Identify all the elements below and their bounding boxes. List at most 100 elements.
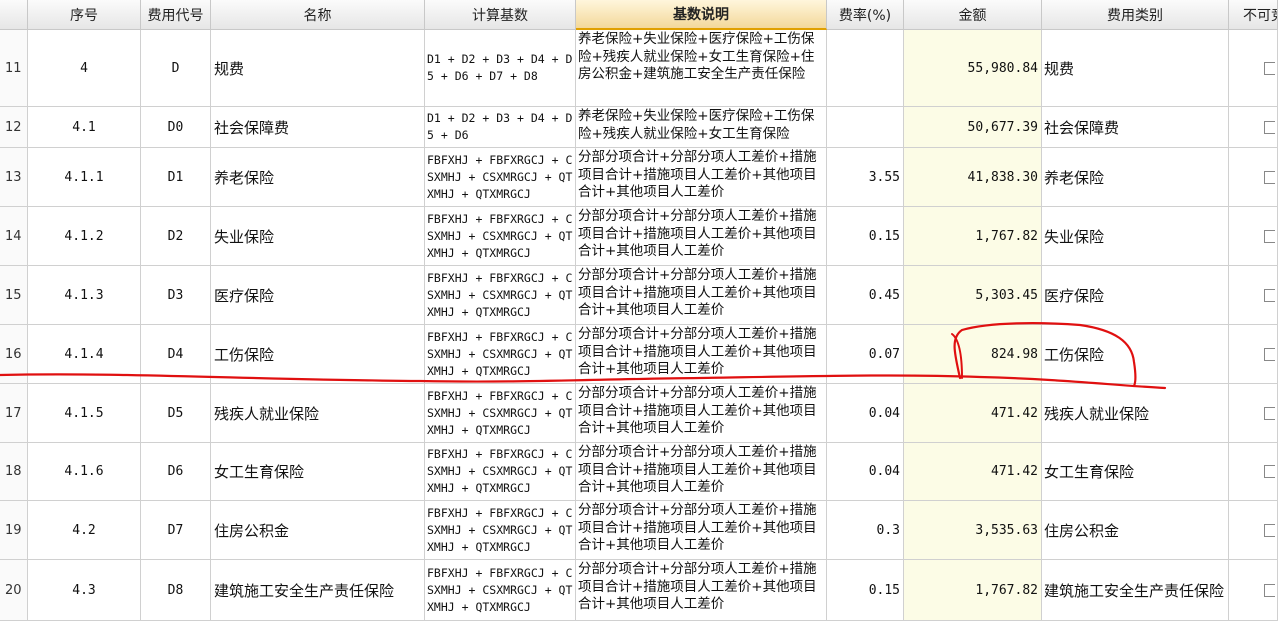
non-compete-cell[interactable] xyxy=(1229,560,1278,621)
formula-cell[interactable]: FBFXHJ + FBFXRGCJ + CSXMHJ + CSXMRGCJ + … xyxy=(425,325,576,384)
category-cell[interactable]: 住房公积金 xyxy=(1042,501,1229,560)
header-name[interactable]: 名称 xyxy=(211,0,425,30)
desc-cell[interactable]: 分部分项合计+分部分项人工差价+措施项目合计+措施项目人工差价+其他项目合计+其… xyxy=(576,443,827,501)
name-cell[interactable]: 养老保险 xyxy=(211,148,425,207)
table-row[interactable]: 15 4.1.3 D3 医疗保险 FBFXHJ + FBFXRGCJ + CSXMHJ … xyxy=(0,266,1278,325)
formula-cell[interactable]: FBFXHJ + FBFXRGCJ + CSXMHJ + CSXMRGCJ + … xyxy=(425,560,576,621)
amount-cell[interactable]: 5,303.45 xyxy=(904,266,1042,325)
rate-cell[interactable]: 3.55 xyxy=(827,148,904,207)
seq-cell[interactable]: 4.1.3 xyxy=(28,266,141,325)
formula-cell[interactable]: D1 + D2 + D3 + D4 + D5 + D6 + D7 + D8 xyxy=(425,30,576,107)
seq-cell[interactable]: 4 xyxy=(28,30,141,107)
name-cell[interactable]: 残疾人就业保险 xyxy=(211,384,425,443)
category-cell[interactable]: 医疗保险 xyxy=(1042,266,1229,325)
rate-cell[interactable] xyxy=(827,30,904,107)
formula-cell[interactable]: FBFXHJ + FBFXRGCJ + CSXMHJ + CSXMRGCJ + … xyxy=(425,148,576,207)
seq-cell[interactable]: 4.1.1 xyxy=(28,148,141,207)
formula-cell[interactable]: FBFXHJ + FBFXRGCJ + CSXMHJ + CSXMRGCJ + … xyxy=(425,384,576,443)
amount-cell[interactable]: 1,767.82 xyxy=(904,560,1042,621)
seq-cell[interactable]: 4.1 xyxy=(28,107,141,148)
table-row[interactable]: 14 4.1.2 D2 失业保险 FBFXHJ + FBFXRGCJ + CSXMHJ … xyxy=(0,207,1278,266)
code-cell[interactable]: D1 xyxy=(141,148,211,207)
non-compete-cell[interactable] xyxy=(1229,384,1278,443)
code-cell[interactable]: D0 xyxy=(141,107,211,148)
amount-cell[interactable]: 3,535.63 xyxy=(904,501,1042,560)
table-row[interactable]: 19 4.2 D7 住房公积金 FBFXHJ + FBFXRGCJ + CSXMHJ +… xyxy=(0,501,1278,560)
desc-cell[interactable]: 分部分项合计+分部分项人工差价+措施项目合计+措施项目人工差价+其他项目合计+其… xyxy=(576,266,827,325)
name-cell[interactable]: 女工生育保险 xyxy=(211,443,425,501)
non-compete-cell[interactable] xyxy=(1229,266,1278,325)
code-cell[interactable]: D8 xyxy=(141,560,211,621)
non-compete-cell[interactable] xyxy=(1229,148,1278,207)
row-index[interactable]: 15 xyxy=(0,266,28,325)
non-compete-checkbox[interactable] xyxy=(1264,229,1275,243)
category-cell[interactable]: 失业保险 xyxy=(1042,207,1229,266)
code-cell[interactable]: D2 xyxy=(141,207,211,266)
rate-cell[interactable]: 0.3 xyxy=(827,501,904,560)
non-compete-checkbox[interactable] xyxy=(1264,583,1275,597)
category-cell[interactable]: 残疾人就业保险 xyxy=(1042,384,1229,443)
rate-cell[interactable]: 0.15 xyxy=(827,207,904,266)
table-row[interactable]: 16 4.1.4 D4 工伤保险 FBFXHJ + FBFXRGCJ + CSXMHJ … xyxy=(0,325,1278,384)
seq-cell[interactable]: 4.1.2 xyxy=(28,207,141,266)
table-row[interactable]: 18 4.1.6 D6 女工生育保险 FBFXHJ + FBFXRGCJ + CSXMH… xyxy=(0,443,1278,501)
seq-cell[interactable]: 4.1.6 xyxy=(28,443,141,501)
row-index[interactable]: 14 xyxy=(0,207,28,266)
header-category[interactable]: 费用类别 xyxy=(1042,0,1229,30)
non-compete-cell[interactable] xyxy=(1229,501,1278,560)
desc-cell[interactable]: 养老保险+失业保险+医疗保险+工伤保险+残疾人就业保险+女工生育保险+住房公积金… xyxy=(576,30,827,107)
amount-cell[interactable]: 471.42 xyxy=(904,384,1042,443)
seq-cell[interactable]: 4.2 xyxy=(28,501,141,560)
amount-cell[interactable]: 471.42 xyxy=(904,443,1042,501)
non-compete-checkbox[interactable] xyxy=(1264,523,1275,537)
rate-cell[interactable]: 0.04 xyxy=(827,443,904,501)
non-compete-cell[interactable] xyxy=(1229,443,1278,501)
table-row[interactable]: 12 4.1 D0 社会保障费 D1 + D2 + D3 + D4 + D5 + D6 养… xyxy=(0,107,1278,148)
desc-cell[interactable]: 分部分项合计+分部分项人工差价+措施项目合计+措施项目人工差价+其他项目合计+其… xyxy=(576,148,827,207)
rate-cell[interactable]: 0.15 xyxy=(827,560,904,621)
row-index[interactable]: 16 xyxy=(0,325,28,384)
row-index[interactable]: 18 xyxy=(0,443,28,501)
non-compete-cell[interactable] xyxy=(1229,107,1278,148)
amount-cell[interactable]: 55,980.84 xyxy=(904,30,1042,107)
formula-cell[interactable]: FBFXHJ + FBFXRGCJ + CSXMHJ + CSXMRGCJ + … xyxy=(425,207,576,266)
table-row[interactable]: 17 4.1.5 D5 残疾人就业保险 FBFXHJ + FBFXRGCJ + CSXM… xyxy=(0,384,1278,443)
category-cell[interactable]: 社会保障费 xyxy=(1042,107,1229,148)
table-row[interactable]: 13 4.1.1 D1 养老保险 FBFXHJ + FBFXRGCJ + CSXMHJ … xyxy=(0,148,1278,207)
code-cell[interactable]: D6 xyxy=(141,443,211,501)
seq-cell[interactable]: 4.1.4 xyxy=(28,325,141,384)
header-formula[interactable]: 计算基数 xyxy=(425,0,576,30)
table-row[interactable]: 11 4 D 规费 D1 + D2 + D3 + D4 + D5 + D6 + D7 +… xyxy=(0,30,1278,107)
header-amount[interactable]: 金额 xyxy=(904,0,1042,30)
rate-cell[interactable] xyxy=(827,107,904,148)
amount-cell[interactable]: 1,767.82 xyxy=(904,207,1042,266)
header-desc[interactable]: 基数说明 xyxy=(576,0,827,30)
rate-cell[interactable]: 0.45 xyxy=(827,266,904,325)
name-cell[interactable]: 建筑施工安全生产责任保险 xyxy=(211,560,425,621)
formula-cell[interactable]: FBFXHJ + FBFXRGCJ + CSXMHJ + CSXMRGCJ + … xyxy=(425,266,576,325)
seq-cell[interactable]: 4.1.5 xyxy=(28,384,141,443)
name-cell[interactable]: 失业保险 xyxy=(211,207,425,266)
category-cell[interactable]: 女工生育保险 xyxy=(1042,443,1229,501)
header-non-compete[interactable]: 不可竞 xyxy=(1229,0,1278,30)
desc-cell[interactable]: 养老保险+失业保险+医疗保险+工伤保险+残疾人就业保险+女工生育保险 xyxy=(576,107,827,148)
name-cell[interactable]: 医疗保险 xyxy=(211,266,425,325)
name-cell[interactable]: 住房公积金 xyxy=(211,501,425,560)
non-compete-checkbox[interactable] xyxy=(1264,120,1275,134)
table-row[interactable]: 20 4.3 D8 建筑施工安全生产责任保险 FBFXHJ + FBFXRGCJ + C… xyxy=(0,560,1278,621)
amount-cell[interactable]: 41,838.30 xyxy=(904,148,1042,207)
code-cell[interactable]: D7 xyxy=(141,501,211,560)
desc-cell[interactable]: 分部分项合计+分部分项人工差价+措施项目合计+措施项目人工差价+其他项目合计+其… xyxy=(576,207,827,266)
formula-cell[interactable]: FBFXHJ + FBFXRGCJ + CSXMHJ + CSXMRGCJ + … xyxy=(425,443,576,501)
code-cell[interactable]: D5 xyxy=(141,384,211,443)
amount-cell[interactable]: 824.98 xyxy=(904,325,1042,384)
desc-cell[interactable]: 分部分项合计+分部分项人工差价+措施项目合计+措施项目人工差价+其他项目合计+其… xyxy=(576,325,827,384)
amount-cell[interactable]: 50,677.39 xyxy=(904,107,1042,148)
non-compete-checkbox[interactable] xyxy=(1264,465,1275,478)
seq-cell[interactable]: 4.3 xyxy=(28,560,141,621)
desc-cell[interactable]: 分部分项合计+分部分项人工差价+措施项目合计+措施项目人工差价+其他项目合计+其… xyxy=(576,560,827,621)
code-cell[interactable]: D xyxy=(141,30,211,107)
header-seq[interactable]: 序号 xyxy=(28,0,141,30)
non-compete-checkbox[interactable] xyxy=(1264,347,1275,361)
row-index[interactable]: 20 xyxy=(0,560,28,621)
